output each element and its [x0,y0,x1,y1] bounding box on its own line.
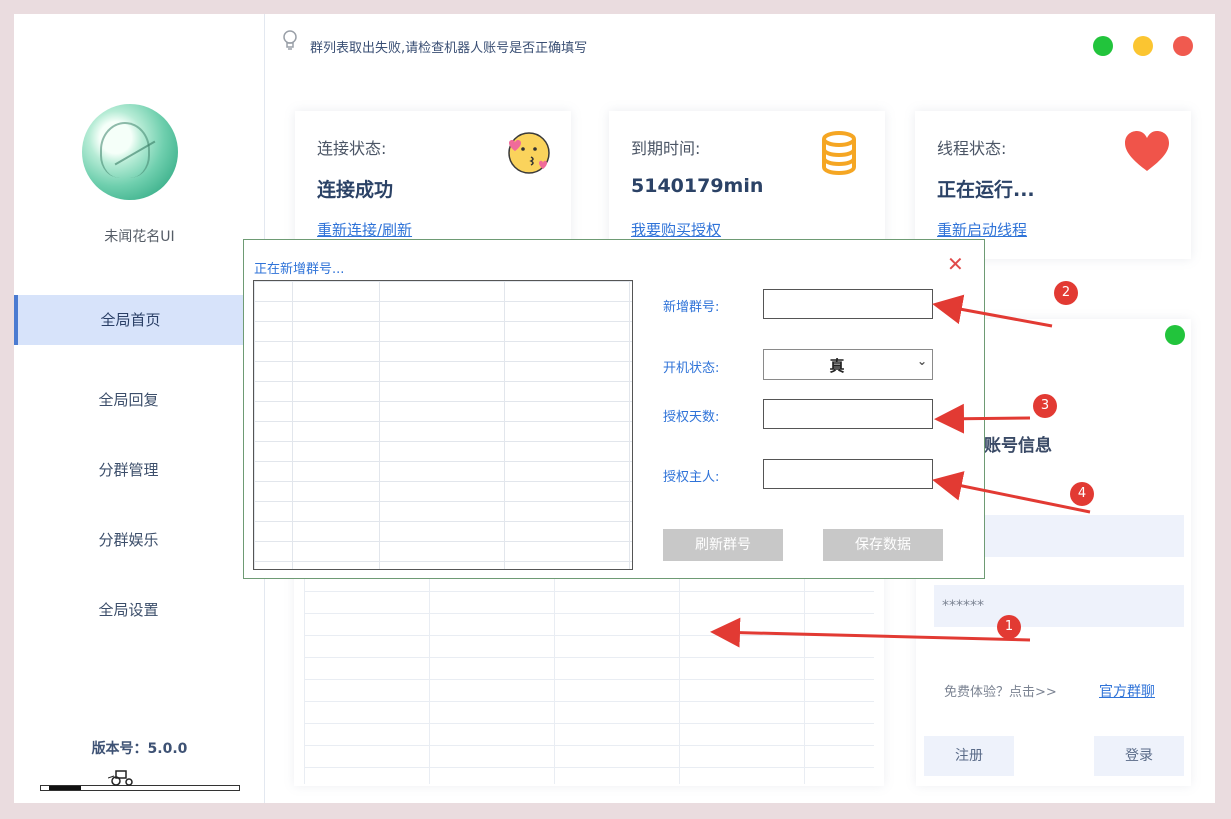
database-icon [817,129,865,177]
login-button[interactable]: 登录 [1094,736,1184,776]
add-group-dialog: 正在新增群号... ✕ 新增群号: 开机状态: 真 ⌄ 授权天数: 授权主人: … [243,239,985,579]
card-value: 正在运行... [937,179,1035,201]
card-label: 线程状态: [937,139,1007,158]
free-trial-text: 免费体验？点击>> [944,685,1057,700]
sidebar: 未闻花名UI 全局首页 全局回复 分群管理 分群娱乐 全局设置 版本号：5.0.… [14,14,265,803]
boot-status-select[interactable]: 真 ⌄ [763,349,933,380]
annotation-marker-2: 2 [1054,281,1078,305]
auth-owner-label: 授权主人: [663,470,720,485]
reconnect-link[interactable]: 重新连接/刷新 [317,219,412,240]
online-status-dot [1165,325,1185,345]
auth-days-label: 授权天数: [663,410,720,425]
card-label: 连接状态: [317,139,387,158]
expiry-card: 到期时间: 5140179min 我要购买授权 [609,111,885,259]
auth-owner-input[interactable] [763,459,933,489]
nav-group-manage[interactable]: 分群管理 [14,445,243,495]
version-label: 版本号：5.0.0 [91,741,188,757]
emoji-kiss-icon [503,129,551,177]
annotation-marker-3: 3 [1033,394,1057,418]
card-value: 5140179min [631,175,764,197]
boot-status-value: 真 [829,357,845,375]
maximize-button[interactable] [1093,36,1113,56]
card-value: 连接成功 [317,179,394,201]
official-group-link[interactable]: 官方群聊 [1099,681,1155,701]
avatar[interactable] [82,104,178,200]
password-input[interactable]: ****** [934,585,1184,627]
lightbulb-icon [283,30,297,50]
annotation-marker-4: 4 [1070,482,1094,506]
save-data-button[interactable]: 保存数据 [823,529,943,561]
status-notice: 群列表取出失败,请检查机器人账号是否正确填写 [310,41,588,56]
restart-thread-link[interactable]: 重新启动线程 [937,219,1027,240]
close-window-button[interactable] [1173,36,1193,56]
nav-global-reply[interactable]: 全局回复 [14,375,243,425]
progress-track [40,785,240,791]
card-label: 到期时间: [631,139,701,158]
new-group-label: 新增群号: [663,300,720,315]
minimize-button[interactable] [1133,36,1153,56]
heart-icon [1123,129,1171,177]
nav-group-fun[interactable]: 分群娱乐 [14,515,243,565]
nav-home[interactable]: 全局首页 [14,295,243,345]
annotation-marker-1: 1 [997,615,1021,639]
close-icon[interactable]: ✕ [947,252,964,276]
nav-settings[interactable]: 全局设置 [14,585,243,635]
data-grid[interactable] [304,569,874,784]
group-list-table[interactable] [253,280,633,570]
account-title: 账号信息 [984,436,1052,456]
new-group-input[interactable] [763,289,933,319]
auth-days-input[interactable] [763,399,933,429]
register-button[interactable]: 注册 [924,736,1014,776]
top-bar: 群列表取出失败,请检查机器人账号是否正确填写 [265,14,1215,76]
tractor-icon [107,768,136,790]
refresh-group-button[interactable]: 刷新群号 [663,529,783,561]
thread-card: 线程状态: 正在运行... 重新启动线程 [915,111,1191,259]
username: 未闻花名UI [104,229,175,245]
buy-license-link[interactable]: 我要购买授权 [631,219,721,240]
chevron-down-icon: ⌄ [916,354,927,368]
boot-status-label: 开机状态: [663,361,720,376]
dialog-title: 正在新增群号... [254,262,345,277]
connection-card: 连接状态: 连接成功 重新连接/刷新 [295,111,571,259]
